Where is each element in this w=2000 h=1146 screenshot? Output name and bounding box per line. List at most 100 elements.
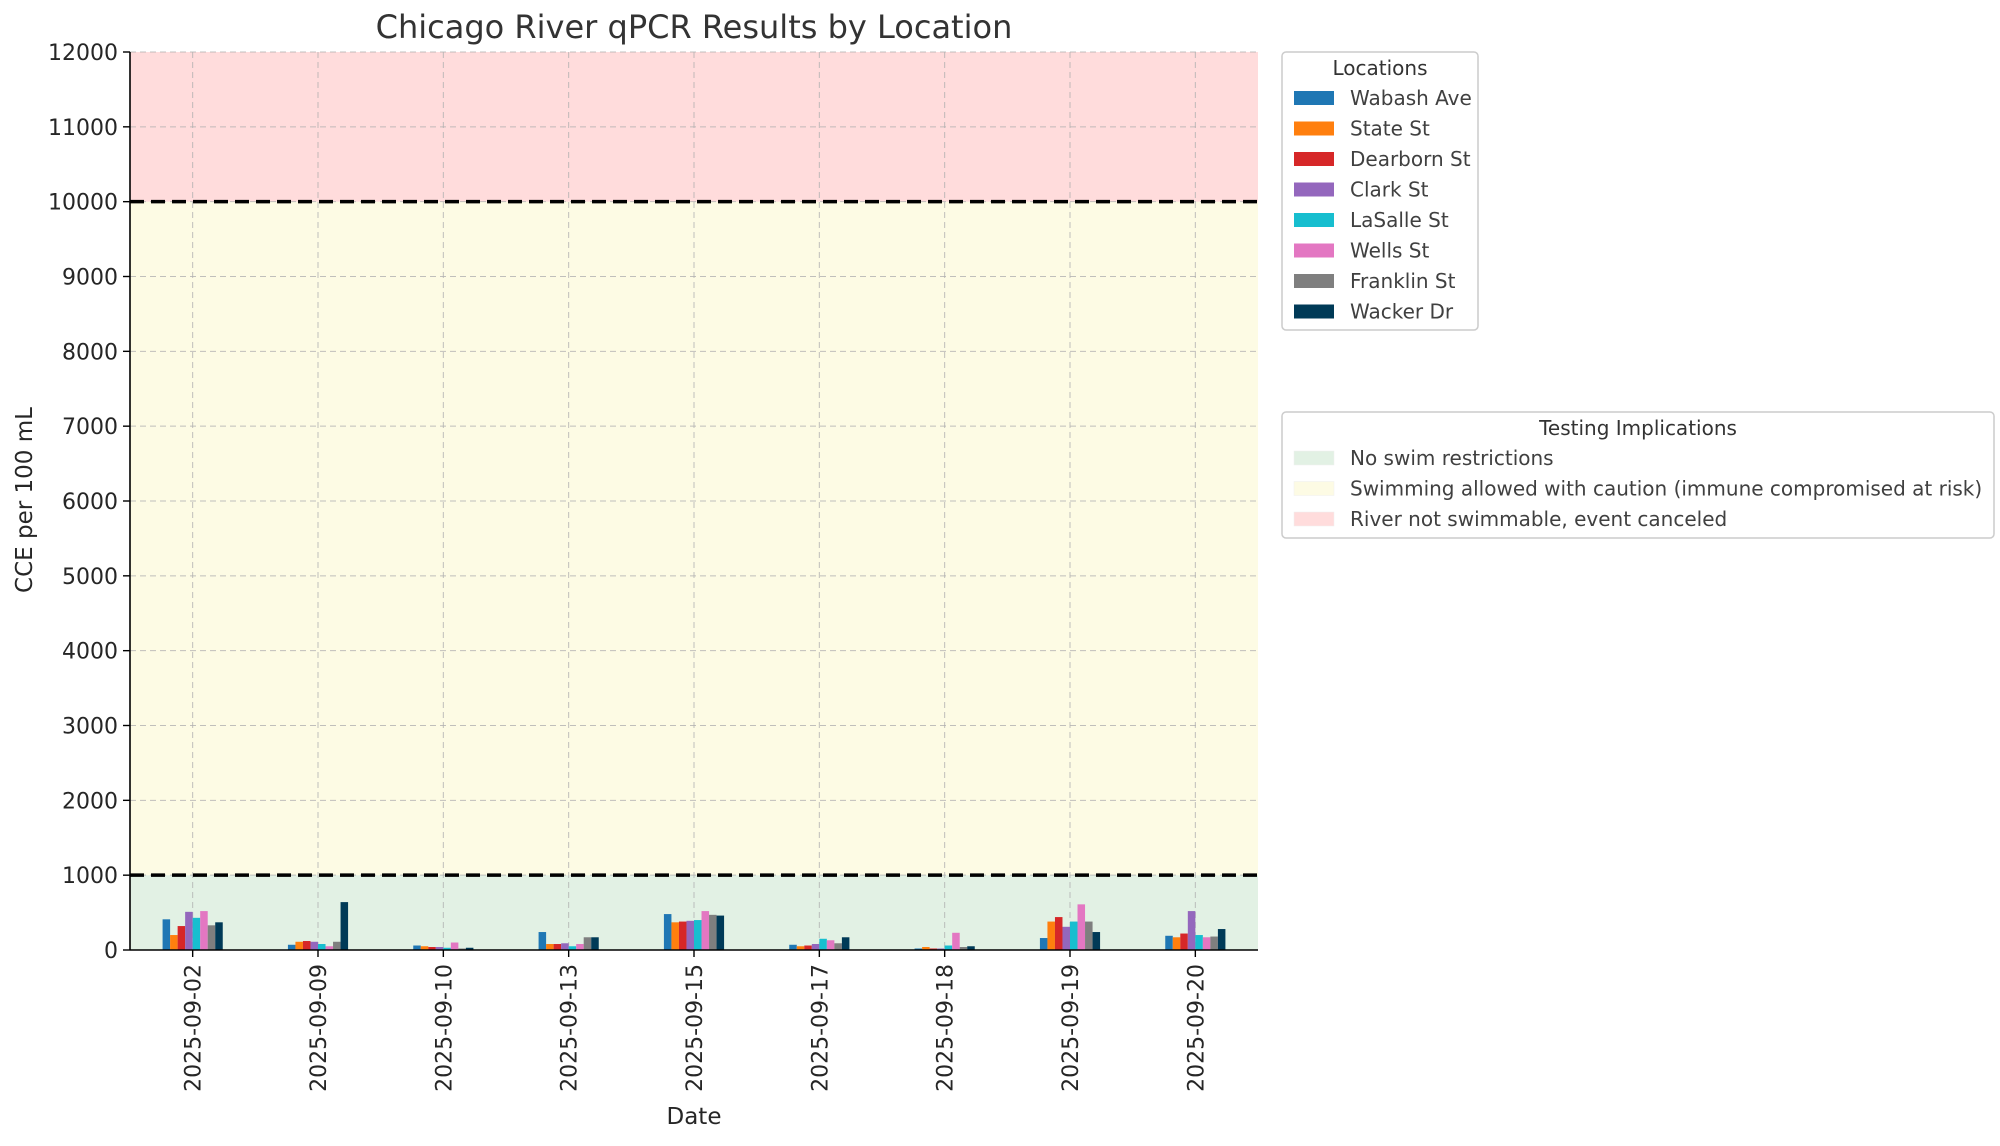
- x-tick-label: 2025-09-02: [182, 964, 207, 1092]
- y-tick-label: 12000: [48, 41, 118, 66]
- bar: [318, 944, 326, 950]
- legend-label: Swimming allowed with caution (immune co…: [1350, 477, 1982, 501]
- bar: [701, 911, 710, 950]
- bar: [333, 941, 341, 950]
- x-tick-label: 2025-09-20: [1184, 964, 1209, 1092]
- x-tick-label: 2025-09-17: [808, 964, 833, 1092]
- x-tick-label: 2025-09-19: [1059, 964, 1084, 1092]
- bar: [826, 940, 835, 950]
- bar: [834, 943, 842, 950]
- legend-label: Wacker Dr: [1350, 300, 1454, 324]
- legend-label: River not swimmable, event canceled: [1350, 507, 1727, 531]
- legend-label: No swim restrictions: [1350, 446, 1554, 470]
- bar: [1039, 938, 1048, 950]
- y-tick-label: 5000: [62, 565, 118, 590]
- x-tick-label: 2025-09-15: [683, 964, 708, 1092]
- bar: [952, 932, 960, 950]
- y-tick-label: 6000: [62, 490, 118, 515]
- legend-locations-title: Locations: [1332, 56, 1427, 80]
- x-tick-label: 2025-09-18: [934, 964, 959, 1092]
- bar: [686, 920, 694, 950]
- bar: [1195, 935, 1203, 950]
- bar: [192, 917, 201, 950]
- y-tick-label: 3000: [62, 715, 118, 740]
- y-tick-label: 11000: [48, 116, 118, 141]
- chart: 0 1000 2000 3000 4000 5000 6000 7000 8000 9000 100…: [0, 0, 2000, 1142]
- bar: [1210, 936, 1218, 950]
- bar: [819, 938, 827, 950]
- bar: [1172, 937, 1181, 950]
- y-tick-label: 2000: [62, 789, 118, 814]
- legend-swatch: [1294, 121, 1334, 136]
- bar: [1092, 932, 1101, 950]
- legend-swatch: [1294, 304, 1334, 319]
- legend-label: Wells St: [1350, 239, 1429, 263]
- bar: [546, 944, 554, 950]
- bar: [1077, 904, 1086, 950]
- bar: [538, 932, 547, 950]
- bar: [841, 937, 850, 950]
- x-tick-label: 2025-09-13: [558, 964, 583, 1092]
- bar: [663, 914, 672, 950]
- y-tick-label: 7000: [62, 415, 118, 440]
- bar: [583, 937, 592, 950]
- x-axis-title: Date: [667, 1104, 722, 1130]
- y-tick-label: 0: [104, 939, 118, 964]
- bar: [302, 941, 311, 950]
- bar: [811, 944, 820, 950]
- bar: [716, 915, 725, 950]
- legend-label: Clark St: [1350, 178, 1429, 202]
- y-tick-label: 9000: [62, 266, 118, 291]
- legend-swatch: [1293, 450, 1335, 466]
- bar: [576, 944, 584, 950]
- y-tick-label: 10000: [48, 191, 118, 216]
- bar: [1187, 911, 1196, 950]
- legend-label: LaSalle St: [1350, 208, 1449, 232]
- bar: [185, 911, 193, 950]
- bar: [678, 921, 687, 950]
- legend-label: Wabash Ave: [1350, 86, 1472, 110]
- legend-label: Franklin St: [1350, 269, 1456, 293]
- legend-swatch: [1294, 182, 1334, 197]
- bar: [207, 925, 216, 950]
- bar: [1070, 921, 1078, 950]
- bar: [177, 926, 186, 950]
- y-axis-title: CCE per 100 mL: [12, 407, 38, 593]
- bar: [591, 937, 599, 950]
- legend-swatch: [1293, 481, 1335, 496]
- bar: [450, 942, 459, 950]
- legend-label: State St: [1350, 117, 1430, 141]
- bar: [1047, 921, 1055, 950]
- bar: [340, 902, 349, 950]
- legend-label: Dearborn St: [1350, 147, 1471, 171]
- y-tick-label: 8000: [62, 340, 118, 365]
- y-tick-label: 1000: [62, 864, 118, 889]
- bar: [1217, 929, 1226, 950]
- legend-swatch: [1293, 511, 1335, 527]
- bar: [295, 941, 303, 950]
- legend-swatch: [1294, 213, 1334, 227]
- legend-swatch: [1294, 274, 1334, 288]
- bar: [553, 944, 562, 950]
- bar: [1085, 921, 1093, 950]
- bar: [694, 920, 702, 950]
- x-tick-label: 2025-09-10: [432, 964, 457, 1092]
- bar: [215, 922, 223, 950]
- legend-swatch: [1294, 152, 1334, 166]
- bar: [561, 943, 569, 950]
- bar: [1054, 917, 1063, 950]
- x-tick-label: 2025-09-09: [307, 964, 332, 1092]
- legend-swatch: [1294, 243, 1334, 258]
- bar: [200, 911, 208, 950]
- legend-swatch: [1294, 91, 1334, 105]
- bar: [310, 941, 318, 950]
- bar: [1202, 937, 1211, 950]
- bar: [170, 935, 178, 950]
- bar: [1180, 933, 1188, 950]
- bar: [1165, 935, 1173, 950]
- bar: [162, 919, 171, 950]
- chart-title: Chicago River qPCR Results by Location: [376, 8, 1013, 46]
- bar: [709, 914, 717, 950]
- bar: [1062, 926, 1070, 950]
- y-tick-label: 4000: [62, 640, 118, 665]
